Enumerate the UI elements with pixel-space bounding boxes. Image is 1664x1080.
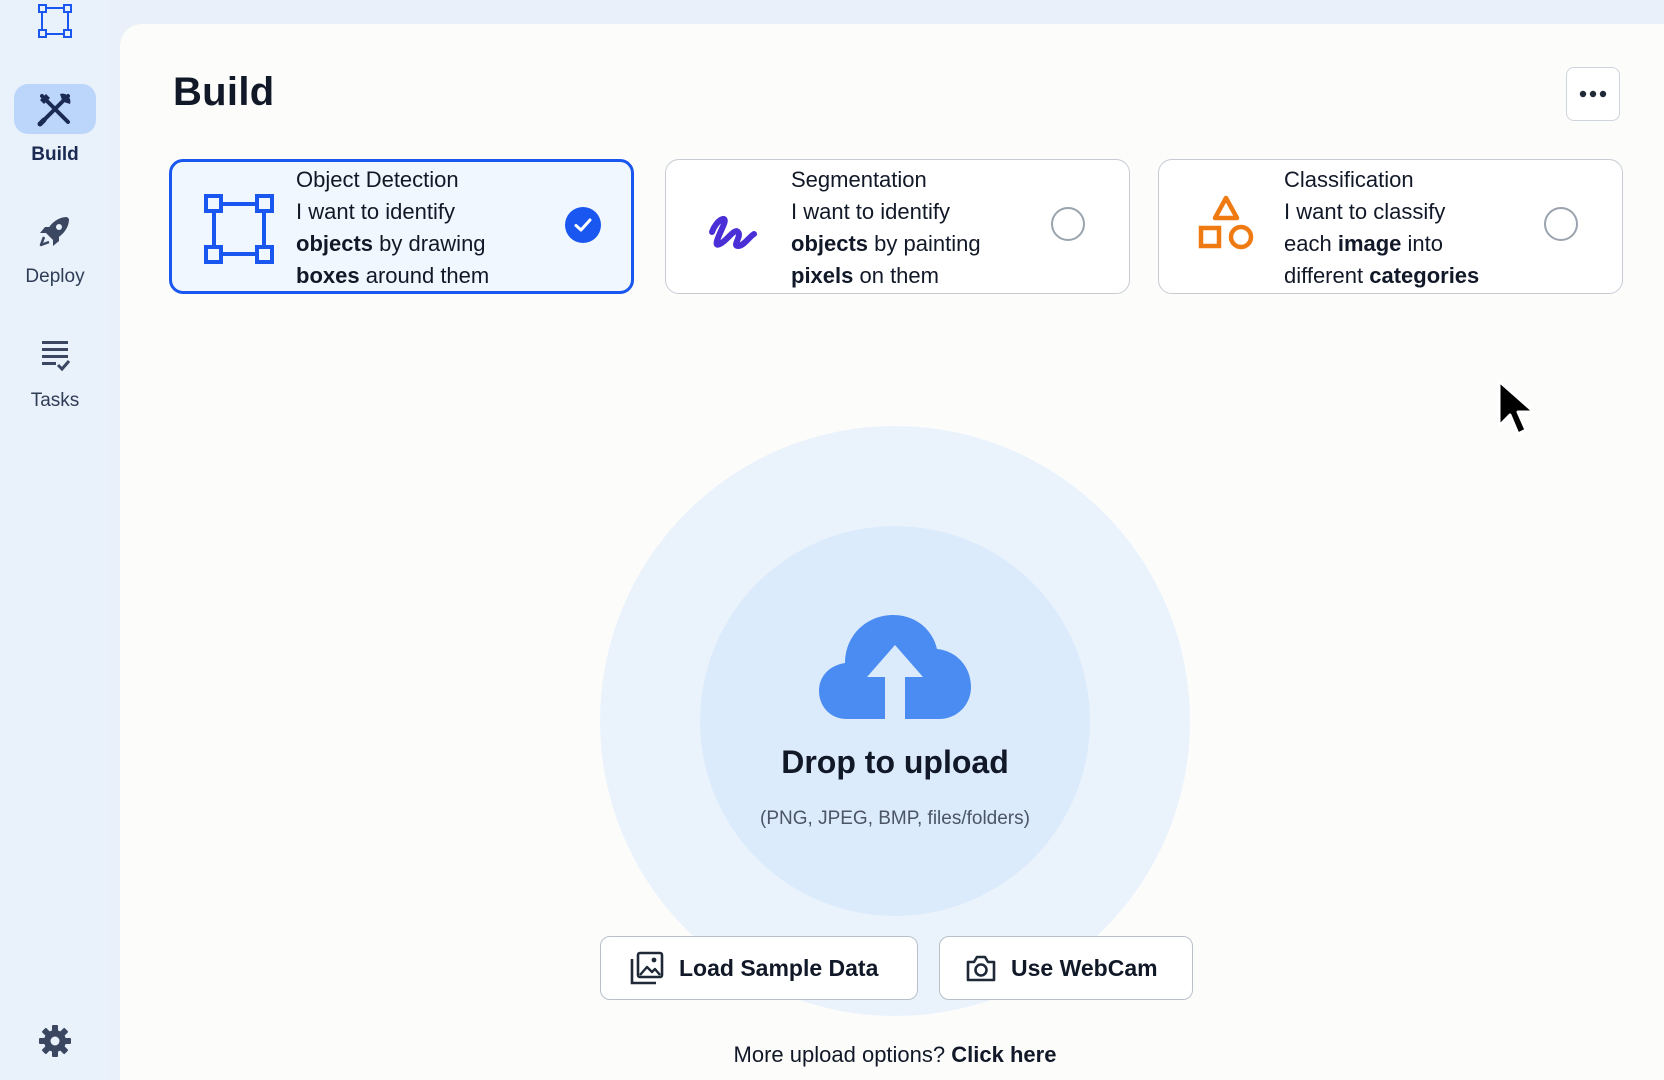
camera-icon	[966, 955, 996, 982]
sidebar-item-deploy[interactable]: Deploy	[0, 206, 110, 288]
drop-subtitle: (PNG, JPEG, BMP, files/folders)	[760, 808, 1030, 829]
brush-stroke-icon	[709, 216, 757, 249]
cloud-upload-icon	[819, 615, 971, 719]
task-list-icon	[42, 341, 71, 372]
card-line: objects by drawing	[296, 228, 576, 260]
card-line: objects by painting	[791, 228, 1071, 260]
card-line: I want to classify	[1284, 199, 1446, 224]
sidebar-item-label: Build	[31, 144, 79, 165]
card-text-pre: different	[1284, 263, 1370, 288]
page-title: Build	[173, 70, 275, 114]
card-description: Classification I want to classify each i…	[1284, 164, 1564, 292]
card-line: different categories	[1284, 260, 1564, 292]
selected-check-icon[interactable]	[565, 207, 601, 243]
rocket-icon	[39, 217, 69, 247]
card-text-rest: by drawing	[373, 231, 486, 256]
task-card-object-detection[interactable]: Object Detection I want to identify obje…	[169, 159, 634, 294]
sidebar: Build Deploy Tasks	[0, 0, 110, 1080]
use-webcam-label: Use WebCam	[1011, 954, 1158, 981]
bounding-box-icon	[204, 194, 274, 264]
gear-icon[interactable]	[38, 1024, 72, 1058]
more-options-button[interactable]	[1566, 67, 1620, 121]
load-sample-data-button[interactable]: Load Sample Data	[600, 936, 918, 1000]
more-options-text: More upload options?	[733, 1042, 946, 1067]
card-keyword: categories	[1369, 263, 1480, 288]
task-radio-button[interactable]	[1051, 207, 1085, 241]
upload-drop-zone-inner[interactable]	[700, 526, 1090, 916]
load-sample-data-label: Load Sample Data	[679, 954, 879, 981]
click-here-link[interactable]: Click here	[951, 1042, 1056, 1067]
task-card-segmentation[interactable]: Segmentation I want to identify objects …	[665, 159, 1130, 294]
card-keyword: boxes	[296, 263, 360, 288]
shapes-icon	[1198, 195, 1254, 250]
sidebar-item-label: Tasks	[30, 390, 80, 411]
card-line: I want to identify	[791, 199, 950, 224]
tools-icon	[37, 93, 71, 127]
checkmark-icon	[574, 218, 592, 232]
card-keyword: image	[1337, 231, 1402, 256]
card-text-rest: into	[1401, 231, 1444, 256]
card-title: Segmentation	[791, 167, 927, 192]
sidebar-item-label: Deploy	[25, 266, 85, 287]
card-text-rest: around them	[359, 263, 490, 288]
card-line: boxes around them	[296, 260, 576, 292]
task-card-classification[interactable]: Classification I want to classify each i…	[1158, 159, 1623, 294]
nav-icon-wrap	[14, 84, 96, 134]
more-upload-options: More upload options? Click here	[600, 1042, 1190, 1068]
task-radio-button[interactable]	[1544, 207, 1578, 241]
card-keyword: objects	[296, 231, 374, 256]
nav-icon-wrap	[14, 206, 96, 256]
main-panel: Build Object Detection I want to identif…	[120, 24, 1664, 1080]
drop-title: Drop to upload	[781, 744, 1009, 780]
ellipsis-icon	[1579, 90, 1607, 98]
card-description: Segmentation I want to identify objects …	[791, 164, 1071, 292]
card-keyword: objects	[791, 231, 869, 256]
sidebar-item-tasks[interactable]: Tasks	[0, 330, 110, 412]
mouse-cursor-icon	[1497, 379, 1536, 436]
use-webcam-button[interactable]: Use WebCam	[939, 936, 1193, 1000]
card-keyword: pixels	[791, 263, 854, 288]
card-text-pre: each	[1284, 231, 1338, 256]
bounding-box-logo-icon[interactable]	[38, 4, 72, 38]
card-title: Classification	[1284, 167, 1414, 192]
sidebar-item-build[interactable]: Build	[0, 84, 110, 166]
card-line: I want to identify	[296, 199, 455, 224]
card-line: pixels on them	[791, 260, 1071, 292]
card-line: each image into	[1284, 228, 1564, 260]
images-icon	[630, 951, 664, 985]
card-text-rest: on them	[853, 263, 939, 288]
card-description: Object Detection I want to identify obje…	[296, 164, 576, 292]
nav-icon-wrap	[14, 330, 96, 380]
card-title: Object Detection	[296, 167, 459, 192]
card-text-rest: by painting	[868, 231, 981, 256]
